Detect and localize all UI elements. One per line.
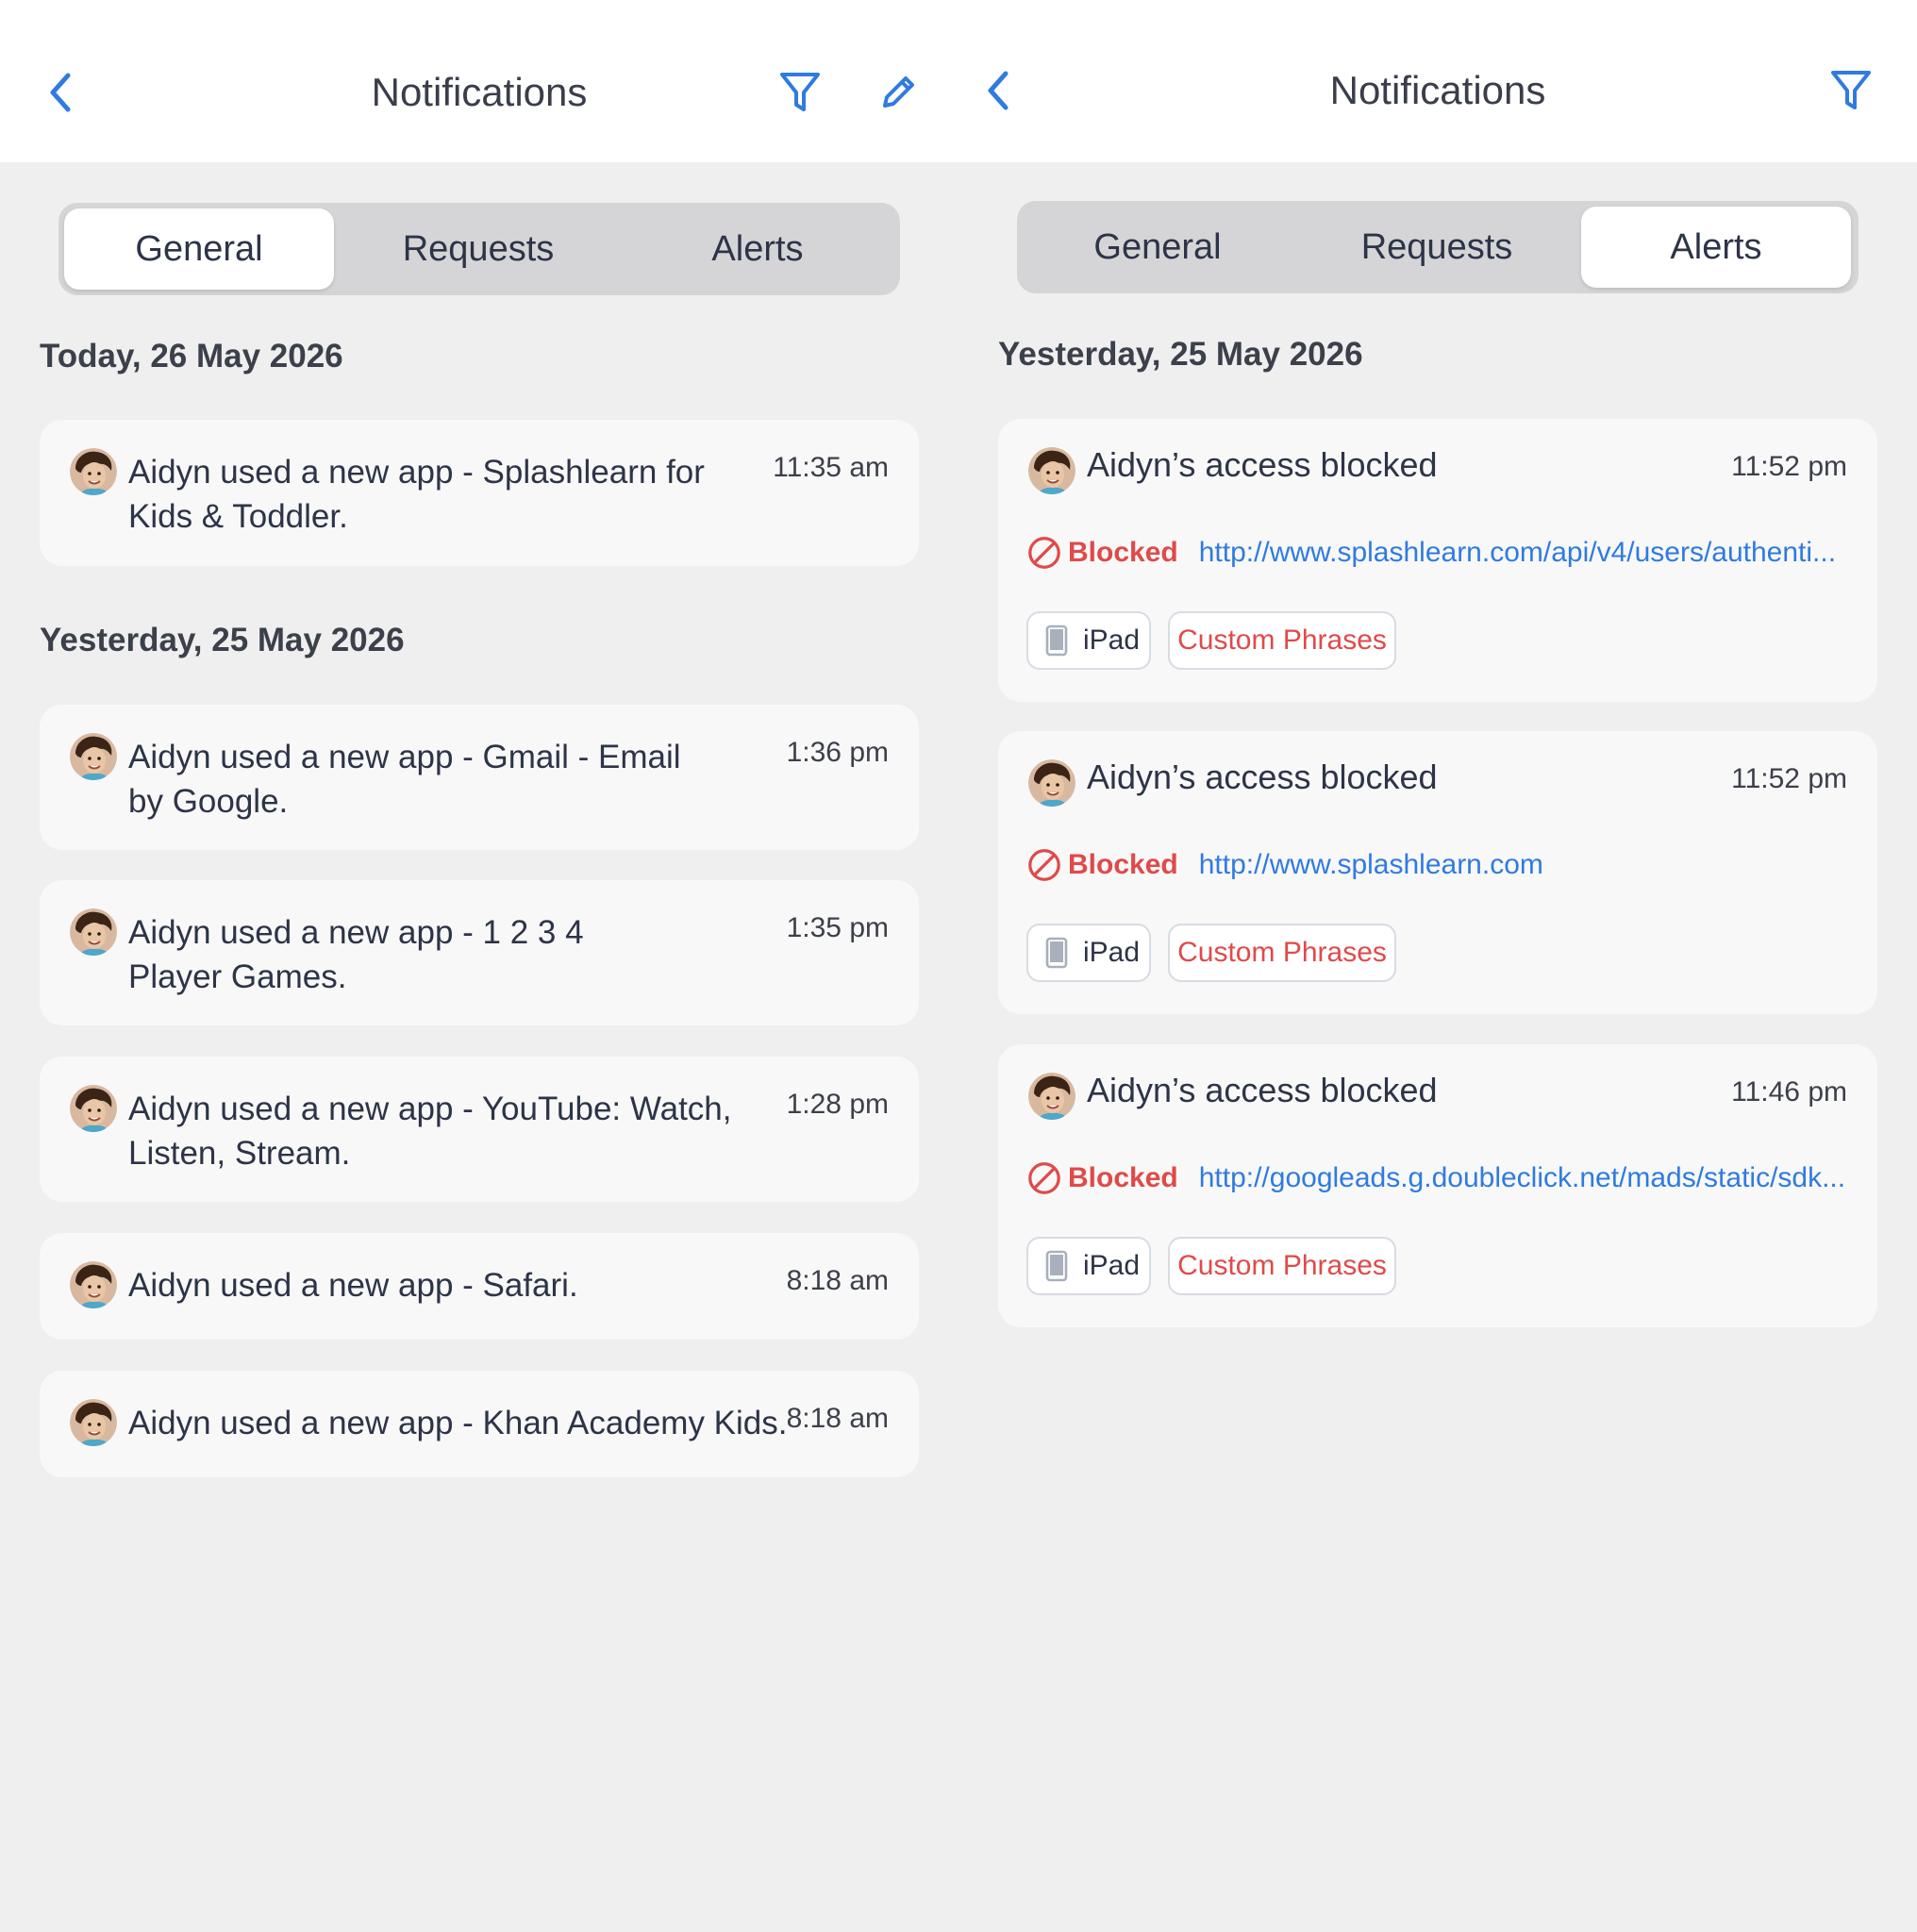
notification-time: 8:18 am bbox=[786, 1403, 889, 1434]
notification-card[interactable]: Aidyn used a new app - Gmail - Email by … bbox=[40, 705, 919, 850]
avatar bbox=[70, 733, 117, 780]
section-heading: Today, 26 May 2026 bbox=[40, 338, 343, 375]
filter-icon[interactable] bbox=[774, 66, 826, 119]
filter-icon[interactable] bbox=[1825, 64, 1877, 117]
tab-alerts[interactable]: Alerts bbox=[623, 208, 892, 290]
tab-alerts[interactable]: Alerts bbox=[1581, 207, 1851, 288]
section-heading: Yesterday, 25 May 2026 bbox=[998, 336, 1363, 373]
tab-segmented-control: General Requests Alerts bbox=[1017, 201, 1859, 293]
alert-time: 11:52 pm bbox=[1731, 451, 1847, 482]
header: Notifications bbox=[0, 0, 958, 162]
blocked-url-link[interactable]: http://www.splashlearn.com bbox=[1199, 849, 1543, 881]
avatar bbox=[1028, 447, 1075, 494]
tab-requests[interactable]: Requests bbox=[343, 208, 613, 290]
blocked-row: Blocked http://www.splashlearn.com bbox=[1026, 846, 1543, 884]
notification-text: Aidyn used a new app - 1 2 3 4 Player Ga… bbox=[128, 914, 584, 995]
blocked-icon bbox=[1026, 1160, 1062, 1196]
blocked-status: Blocked bbox=[1068, 1162, 1178, 1193]
avatar bbox=[1028, 1073, 1075, 1120]
blocked-url-link[interactable]: http://googleads.g.doubleclick.net/mads/… bbox=[1199, 1162, 1845, 1194]
avatar bbox=[70, 448, 117, 495]
alert-title: Aidyn’s access blocked bbox=[1087, 758, 1438, 796]
avatar bbox=[70, 1085, 117, 1132]
pencil-icon[interactable] bbox=[872, 66, 925, 119]
blocked-status: Blocked bbox=[1068, 849, 1178, 880]
page-title: Notifications bbox=[1329, 68, 1546, 112]
tab-general[interactable]: General bbox=[1023, 207, 1292, 288]
tablet-icon bbox=[1045, 937, 1068, 969]
device-label: iPad bbox=[1083, 1250, 1141, 1281]
notification-time: 11:35 am bbox=[773, 452, 889, 483]
blocked-icon bbox=[1026, 535, 1062, 571]
alert-card[interactable]: Aidyn’s access blocked 11:52 pm Blocked … bbox=[998, 731, 1877, 1014]
notification-card[interactable]: Aidyn used a new app - Splashlearn for K… bbox=[40, 420, 919, 566]
alert-time: 11:52 pm bbox=[1731, 763, 1847, 794]
device-chip: iPad bbox=[1026, 924, 1151, 982]
header: Notifications bbox=[958, 0, 1917, 162]
notifications-panel-general: Notifications General Requests Alerts To… bbox=[0, 0, 958, 1932]
alert-card[interactable]: Aidyn’s access blocked 11:52 pm Blocked … bbox=[998, 419, 1877, 702]
alert-card[interactable]: Aidyn’s access blocked 11:46 pm Blocked … bbox=[998, 1044, 1877, 1327]
notification-card[interactable]: Aidyn used a new app - 1 2 3 4 Player Ga… bbox=[40, 880, 919, 1025]
notification-text: Aidyn used a new app - Gmail - Email by … bbox=[128, 739, 681, 820]
notification-time: 1:36 pm bbox=[786, 737, 889, 768]
blocked-status: Blocked bbox=[1068, 537, 1178, 568]
notification-card[interactable]: Aidyn used a new app - Khan Academy Kids… bbox=[40, 1371, 919, 1477]
tab-general[interactable]: General bbox=[64, 208, 334, 290]
blocked-icon bbox=[1026, 847, 1062, 883]
blocked-url-link[interactable]: http://www.splashlearn.com/api/v4/users/… bbox=[1199, 537, 1836, 569]
blocked-row: Blocked http://www.splashlearn.com/api/v… bbox=[1026, 534, 1836, 572]
avatar bbox=[70, 1261, 117, 1308]
tablet-icon bbox=[1045, 1250, 1068, 1282]
notification-card[interactable]: Aidyn used a new app - YouTube: Watch, L… bbox=[40, 1057, 919, 1202]
notification-time: 8:18 am bbox=[786, 1265, 889, 1296]
notification-time: 1:28 pm bbox=[786, 1089, 889, 1120]
category-chip: Custom Phrases bbox=[1168, 924, 1396, 982]
device-label: iPad bbox=[1083, 937, 1141, 968]
avatar bbox=[1028, 759, 1075, 807]
notifications-panel-alerts: Notifications General Requests Alerts Ye… bbox=[958, 0, 1917, 1932]
notification-text: Aidyn used a new app - Splashlearn for K… bbox=[128, 454, 705, 535]
notification-card[interactable]: Aidyn used a new app - Safari. 8:18 am bbox=[40, 1233, 919, 1340]
section-heading: Yesterday, 25 May 2026 bbox=[40, 622, 405, 658]
avatar bbox=[70, 908, 117, 956]
category-chip: Custom Phrases bbox=[1168, 611, 1396, 670]
avatar bbox=[70, 1399, 117, 1446]
tablet-icon bbox=[1045, 625, 1068, 657]
alert-title: Aidyn’s access blocked bbox=[1087, 445, 1438, 484]
notification-text: Aidyn used a new app - Safari. bbox=[128, 1267, 578, 1304]
device-chip: iPad bbox=[1026, 611, 1151, 670]
tab-segmented-control: General Requests Alerts bbox=[58, 203, 900, 295]
notification-text: Aidyn used a new app - Khan Academy Kids… bbox=[128, 1405, 788, 1441]
device-label: iPad bbox=[1083, 625, 1141, 656]
alert-time: 11:46 pm bbox=[1731, 1076, 1847, 1108]
blocked-row: Blocked http://googleads.g.doubleclick.n… bbox=[1026, 1159, 1845, 1197]
category-chip: Custom Phrases bbox=[1168, 1237, 1396, 1295]
notification-time: 1:35 pm bbox=[786, 912, 889, 943]
device-chip: iPad bbox=[1026, 1237, 1151, 1295]
alert-title: Aidyn’s access blocked bbox=[1087, 1071, 1438, 1109]
notification-text: Aidyn used a new app - YouTube: Watch, L… bbox=[128, 1091, 732, 1172]
tab-requests[interactable]: Requests bbox=[1302, 207, 1572, 288]
